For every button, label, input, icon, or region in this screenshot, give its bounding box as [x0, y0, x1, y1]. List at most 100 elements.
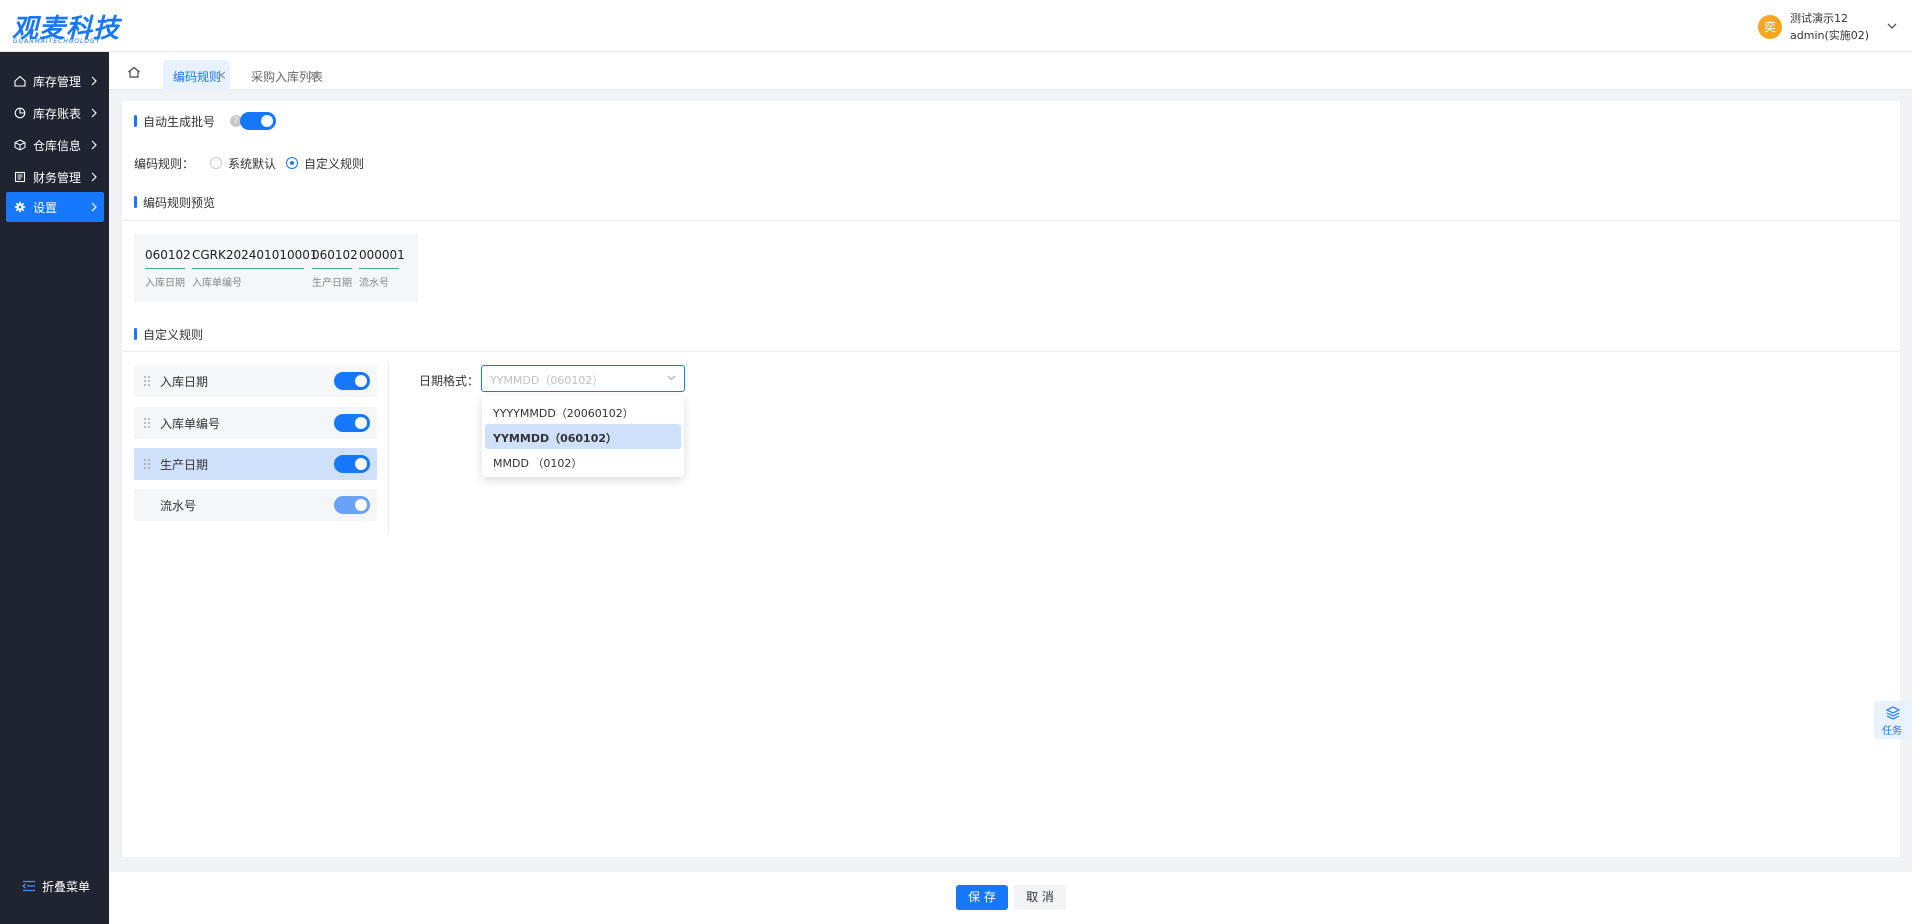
drag-handle-icon[interactable] [143, 375, 151, 387]
toggle-knob [355, 375, 367, 387]
rule-item-toggle[interactable] [334, 414, 370, 432]
rule-item-label: 入库日期 [160, 375, 209, 389]
task-float-button[interactable]: 任务 [1874, 701, 1912, 739]
save-button[interactable]: 保 存 [956, 885, 1008, 910]
collapse-menu-label: 折叠菜单 [42, 880, 91, 894]
rule-item-toggle[interactable] [334, 496, 370, 514]
code-preview-box: 060102 入库日期 CGRK202401010001 入库单编号 06010… [134, 234, 418, 302]
segment-label: 入库日期 [145, 278, 185, 289]
segment-label: 入库单编号 [192, 278, 242, 289]
chevron-right-icon [91, 202, 97, 212]
drag-handle-icon[interactable] [143, 417, 151, 429]
rule-item-serial-number[interactable]: 流水号 [134, 489, 377, 521]
dropdown-option[interactable]: YYYYMMDD（20060102） [485, 399, 681, 424]
sidebar-item-label: 设置 [33, 201, 58, 215]
sidebar-item-settings[interactable]: 设置 [6, 192, 104, 222]
toggle-knob [355, 499, 367, 511]
segment-value: CGRK202401010001 [192, 248, 318, 262]
company-logo[interactable]: 观麦科技 GUANMAITECHNOLOGY [12, 8, 122, 45]
segment-value: 060102 [312, 248, 358, 262]
sidebar-item-warehouse[interactable]: 仓库信息 [6, 130, 104, 160]
gear-icon [14, 201, 26, 213]
segment-value: 000001 [359, 248, 405, 262]
sidebar-item-label: 仓库信息 [33, 139, 82, 153]
preview-segment: 060102 入库日期 [145, 248, 191, 289]
segment-underline [312, 268, 352, 269]
home-tab-icon[interactable] [120, 60, 148, 84]
rule-item-inbound-date[interactable]: 入库日期 [134, 365, 377, 397]
radio-label[interactable]: 系统默认 [228, 155, 276, 172]
code-rule-label: 编码规则： [134, 157, 195, 171]
chart-icon [14, 107, 26, 119]
segment-underline [145, 268, 185, 269]
radio-custom-rule[interactable] [286, 157, 298, 169]
rule-item-toggle[interactable] [334, 455, 370, 473]
tab-purchase-inbound-list[interactable]: 采购入库列表 ✕ [241, 60, 323, 90]
rule-item-toggle[interactable] [334, 372, 370, 390]
auto-batch-toggle[interactable] [240, 112, 276, 130]
close-icon[interactable]: ✕ [216, 69, 227, 84]
sidebar-item-inventory[interactable]: 库存管理 [6, 66, 104, 96]
tab-bar: 编码规则 ✕ 采购入库列表 ✕ [109, 52, 1912, 90]
user-role: admin(实施02) [1790, 29, 1870, 42]
select-placeholder: YYMMDD（060102） [490, 374, 604, 387]
chevron-down-icon [667, 375, 676, 381]
chevron-right-icon [91, 108, 97, 118]
preview-segment: 060102 生产日期 [312, 248, 358, 289]
ledger-icon [14, 171, 26, 183]
home-icon [14, 75, 26, 87]
dropdown-option[interactable]: YYMMDD（060102） [485, 424, 681, 449]
logo-subtext: GUANMAITECHNOLOGY [13, 38, 101, 45]
section-marker [134, 196, 137, 208]
segment-value: 060102 [145, 248, 191, 262]
rule-item-inbound-number[interactable]: 入库单编号 [134, 407, 377, 439]
cube-icon [14, 139, 26, 151]
segment-label: 流水号 [359, 278, 389, 289]
option-label: YYMMDD（060102） [493, 432, 618, 445]
sidebar-item-inventory-ledger[interactable]: 库存账表 [6, 98, 104, 128]
settings-panel: 自动生成批号 ? 编码规则： 系统默认 自定义规则 编码规则预览 060102 … [122, 101, 1900, 857]
chevron-right-icon [91, 172, 97, 182]
date-format-dropdown: YYYYMMDD（20060102） YYMMDD（060102） MMDD （… [482, 396, 684, 477]
preview-title: 编码规则预览 [143, 196, 216, 210]
divider [122, 220, 1900, 221]
date-format-select[interactable]: YYMMDD（060102） [481, 365, 685, 392]
chevron-down-icon[interactable] [1886, 21, 1898, 31]
rule-item-label: 入库单编号 [160, 417, 221, 431]
preview-segment: CGRK202401010001 入库单编号 [192, 248, 318, 289]
collapse-menu-button[interactable]: 折叠菜单 [20, 878, 100, 894]
menu-fold-icon [22, 880, 35, 892]
sidebar-item-finance[interactable]: 财务管理 [6, 162, 104, 192]
rule-item-label: 流水号 [160, 499, 197, 513]
cancel-button[interactable]: 取 消 [1014, 885, 1066, 910]
radio-system-default[interactable] [210, 157, 222, 169]
custom-section-title: 自定义规则 [134, 326, 294, 342]
user-menu[interactable]: 奕 测试演示12 admin(实施02) [1758, 9, 1898, 43]
rule-item-production-date[interactable]: 生产日期 [134, 448, 377, 480]
tab-label: 编码规则 [173, 70, 222, 84]
custom-title: 自定义规则 [143, 328, 204, 342]
drag-handle-icon[interactable] [143, 458, 151, 470]
divider [122, 351, 1900, 352]
top-header: 观麦科技 GUANMAITECHNOLOGY 奕 测试演示12 admin(实施… [0, 0, 1912, 52]
tab-code-rule[interactable]: 编码规则 ✕ [163, 60, 230, 90]
radio-dot [290, 161, 294, 165]
task-label: 任务 [1882, 726, 1902, 737]
radio-label[interactable]: 自定义规则 [304, 155, 364, 172]
sidebar-item-label: 库存账表 [33, 107, 82, 121]
preview-segment: 000001 流水号 [359, 248, 405, 289]
layers-icon [1886, 706, 1900, 720]
chevron-right-icon [91, 76, 97, 86]
sidebar-item-label: 库存管理 [33, 75, 82, 89]
sidebar-item-label: 财务管理 [33, 171, 82, 185]
close-icon[interactable]: ✕ [308, 69, 319, 84]
option-label: YYYYMMDD（20060102） [493, 407, 634, 420]
auto-batch-label: 自动生成批号 [143, 115, 216, 129]
vertical-divider [388, 363, 389, 533]
rule-item-label: 生产日期 [160, 458, 209, 472]
toggle-knob [355, 417, 367, 429]
code-rule-row: 编码规则： 系统默认 自定义规则 [134, 155, 534, 171]
segment-underline [192, 268, 304, 269]
preview-section-title: 编码规则预览 [134, 194, 294, 210]
dropdown-option[interactable]: MMDD （0102） [485, 449, 681, 474]
